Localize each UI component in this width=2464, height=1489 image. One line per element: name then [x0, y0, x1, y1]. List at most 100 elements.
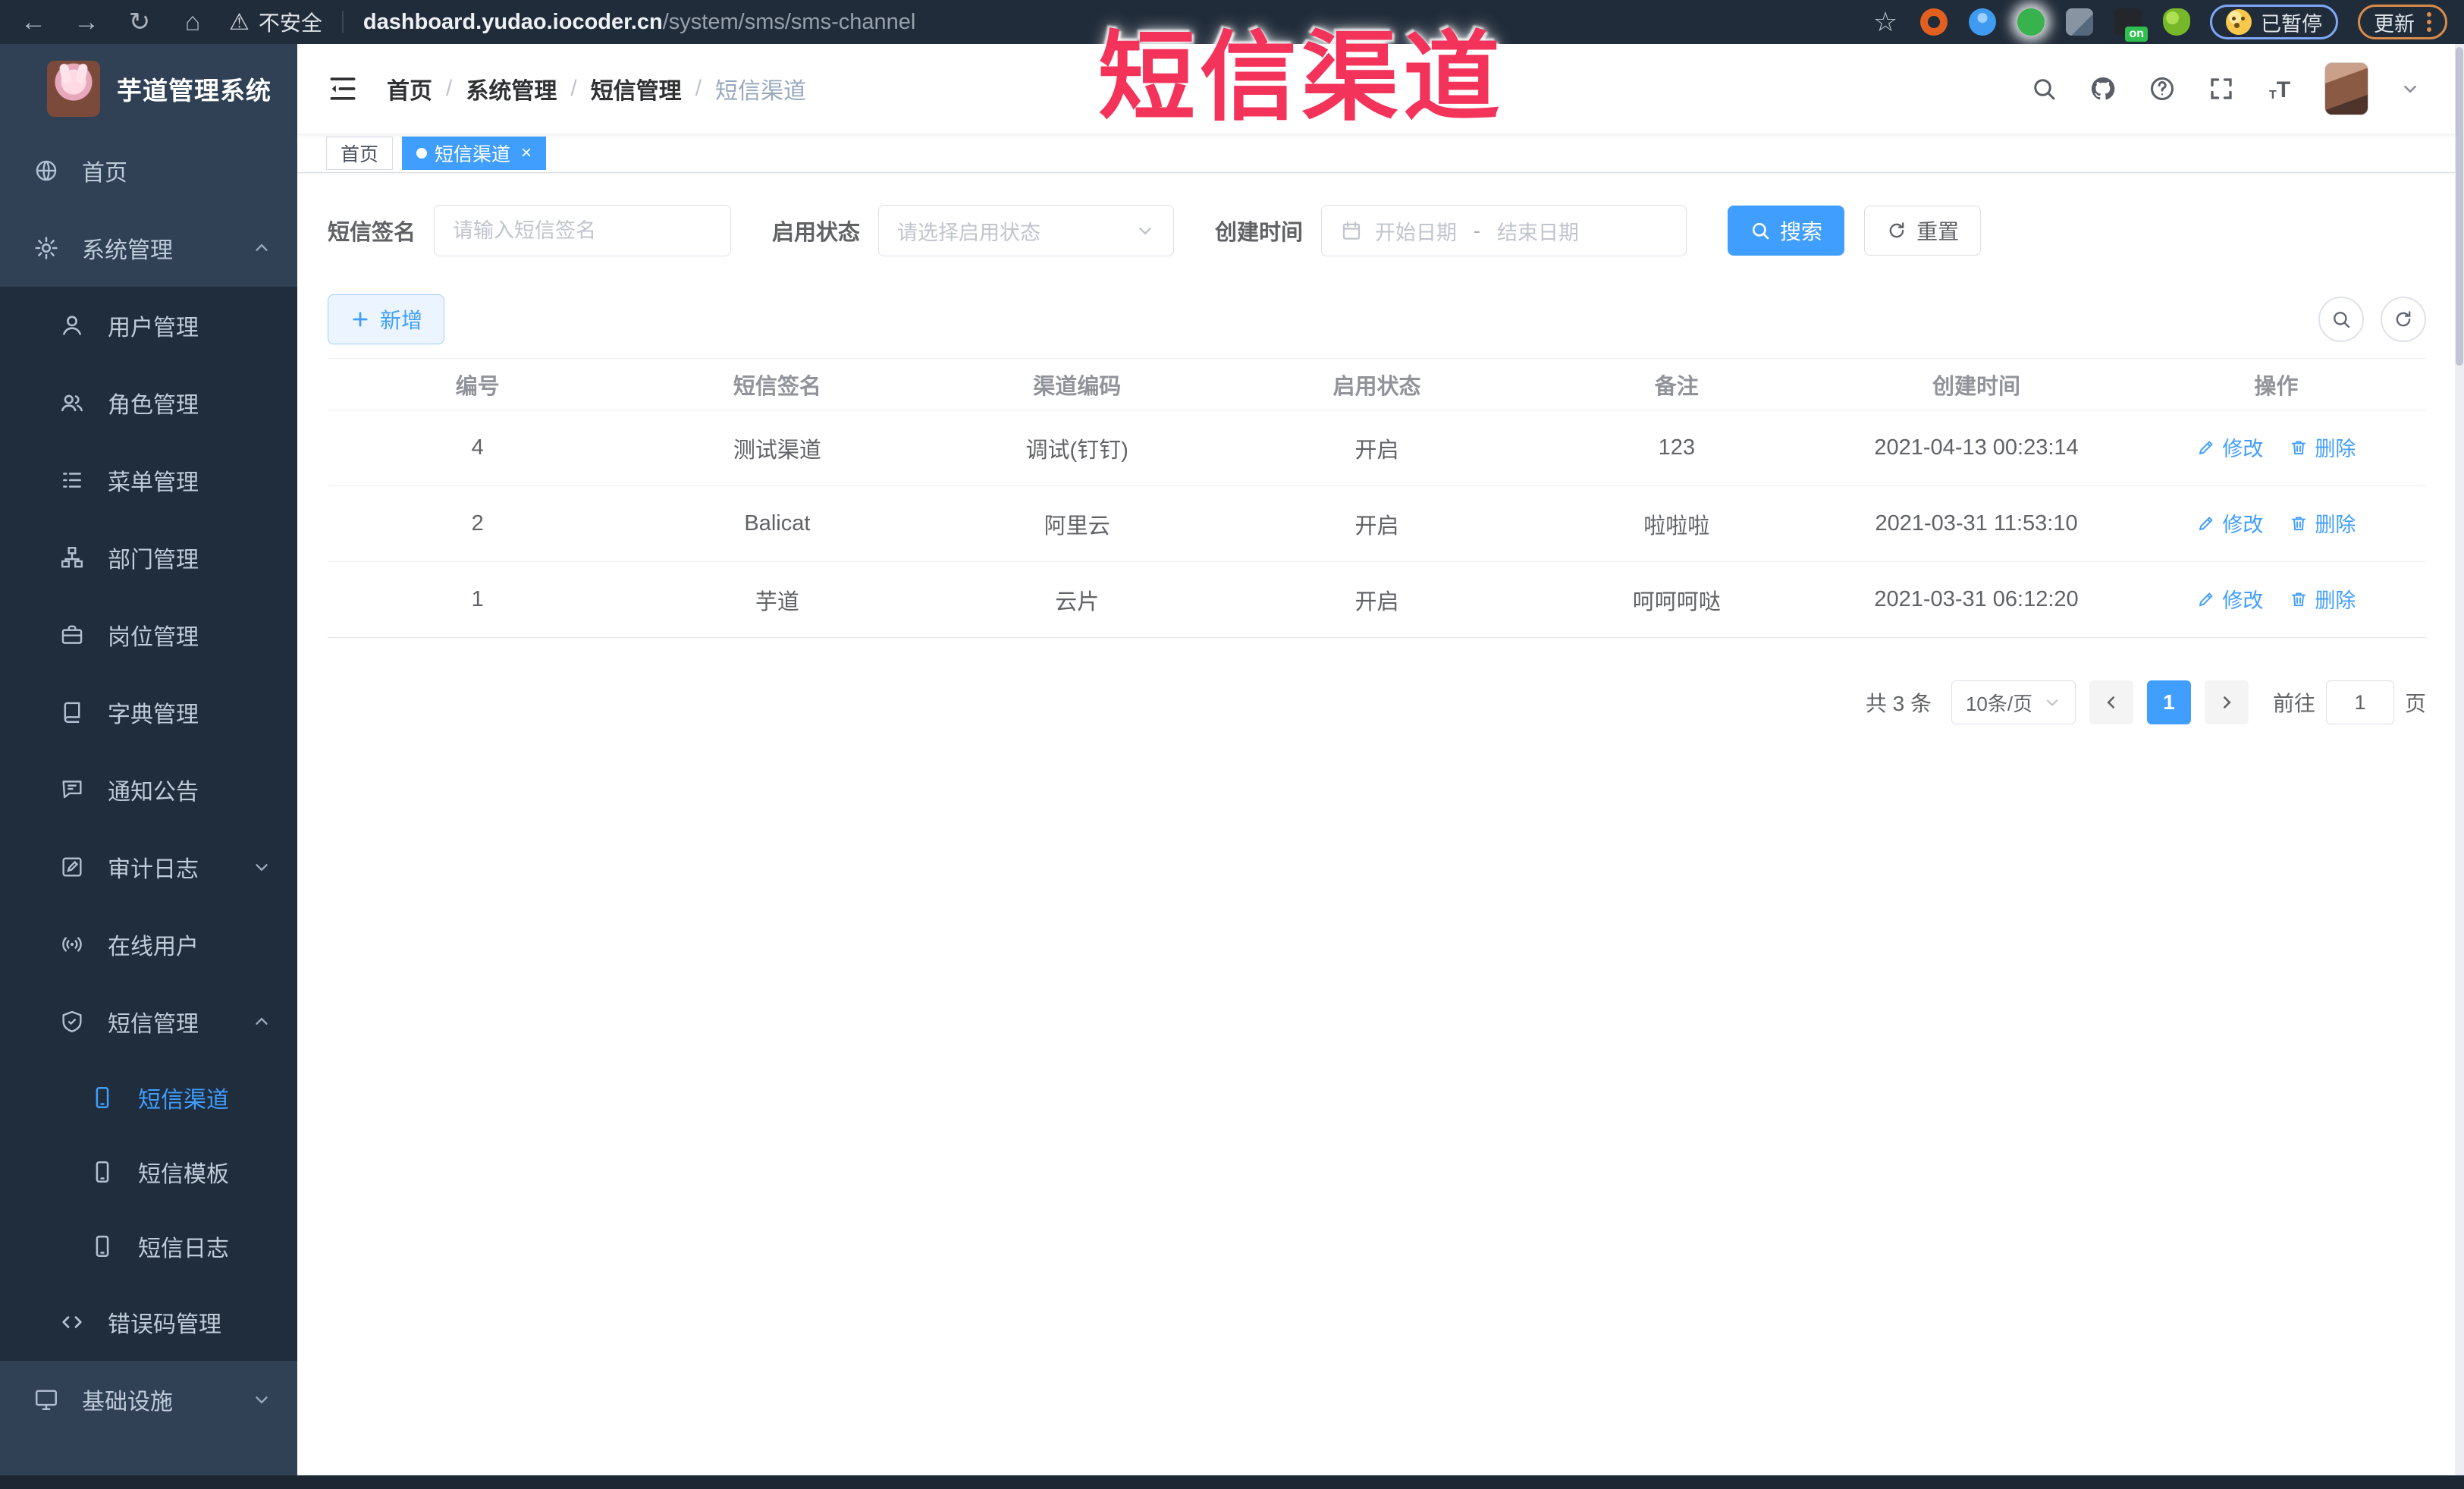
tab-短信渠道[interactable]: 短信渠道 × — [402, 136, 547, 170]
date-range-picker[interactable]: 开始日期 - 结束日期 — [1321, 205, 1687, 256]
sidebar-item-label: 用户管理 — [108, 316, 199, 341]
sidebar-item-sms-template[interactable]: 短信模板 — [0, 1135, 297, 1209]
globe-icon — [33, 158, 59, 184]
phone-icon — [89, 1233, 115, 1259]
breadcrumb-item-2[interactable]: 短信管理 — [591, 72, 682, 105]
goto-page: 前往 页 — [2273, 680, 2426, 724]
ext-icon-gray[interactable] — [2066, 8, 2093, 36]
page-size-select[interactable]: 10条/页 — [1951, 680, 2076, 724]
paused-label: 已暂停 — [2261, 12, 2322, 36]
sidebar-item-dict-mgmt[interactable]: 字典管理 — [0, 674, 297, 751]
main-area: 首页/系统管理/短信管理/短信渠道 TT 首页短信渠道× 短信签 — [297, 44, 2455, 1475]
next-page-button[interactable] — [2204, 680, 2249, 724]
book-icon — [59, 699, 85, 725]
active-tab-dot-icon — [416, 147, 428, 159]
ext-icon-orange-donut[interactable] — [1920, 8, 1948, 36]
sidebar-item-menu-mgmt[interactable]: 菜单管理 — [0, 441, 297, 519]
cell-code: 调试(钉钉) — [927, 410, 1227, 486]
cell-remark: 呵呵呵哒 — [1527, 561, 1827, 638]
sign-input[interactable] — [453, 218, 713, 243]
cell-status: 开启 — [1226, 485, 1527, 562]
sidebar-item-notice-mgmt[interactable]: 通知公告 — [0, 751, 297, 828]
refresh-table-button[interactable] — [2381, 297, 2426, 342]
chevron-down-icon — [252, 857, 272, 877]
font-size-icon[interactable]: TT — [2267, 76, 2293, 102]
sidebar-item-error-code-mgmt[interactable]: 错误码管理 — [0, 1283, 297, 1361]
delete-row-link[interactable]: 删除 — [2289, 508, 2356, 538]
breadcrumb-item-3: 短信渠道 — [715, 79, 807, 104]
time-label: 创建时间 — [1215, 221, 1304, 245]
sidebar-item-home[interactable]: 首页 — [0, 132, 297, 209]
cell-actions: 修改 删除 — [2126, 561, 2426, 638]
gear-icon — [33, 235, 59, 261]
sidebar-item-infrastructure[interactable]: 基础设施 — [0, 1361, 297, 1438]
tab-首页[interactable]: 首页 — [326, 136, 394, 170]
search-icon[interactable] — [2030, 75, 2058, 102]
sidebar-item-label: 在线用户 — [108, 935, 199, 960]
browser-forward-icon[interactable]: → — [70, 5, 103, 39]
show-search-toggle-button[interactable] — [2318, 297, 2364, 342]
cell-created: 2021-03-31 06:12:20 — [1826, 561, 2127, 638]
user-avatar[interactable] — [2324, 62, 2368, 115]
delete-row-link[interactable]: 删除 — [2289, 432, 2356, 462]
site-security[interactable]: ⚠ 不安全 — [229, 7, 322, 37]
browser-reload-icon[interactable]: ↻ — [123, 5, 156, 39]
browser-update-button[interactable]: 更新 — [2358, 5, 2447, 39]
kebab-menu-icon[interactable] — [2427, 12, 2431, 32]
sidebar-item-audit-log[interactable]: 审计日志 — [0, 828, 297, 906]
edit-icon — [2196, 438, 2216, 457]
sidebar-item-sms-log[interactable]: 短信日志 — [0, 1209, 297, 1283]
edit-row-link[interactable]: 修改 — [2196, 432, 2263, 462]
collapse-sidebar-icon[interactable] — [326, 72, 359, 105]
edit-row-link[interactable]: 修改 — [2196, 508, 2263, 538]
filter-form: 短信签名 启用状态 请选择启用状态 创建时间 — [328, 205, 2426, 256]
github-icon[interactable] — [2089, 75, 2117, 102]
tree-icon — [59, 545, 85, 570]
breadcrumb-item-0[interactable]: 首页 — [387, 72, 432, 105]
end-date-placeholder: 结束日期 — [1497, 221, 1580, 244]
goto-page-input[interactable] — [2325, 680, 2394, 724]
table-toolbar: 新增 — [328, 294, 2426, 344]
reset-button[interactable]: 重置 — [1864, 206, 1982, 256]
ext-icon-green-alien[interactable] — [2163, 8, 2190, 36]
sidebar-item-dept-mgmt[interactable]: 部门管理 — [0, 519, 297, 596]
chevron-down-icon[interactable] — [2400, 79, 2420, 99]
search-button[interactable]: 搜索 — [1728, 206, 1845, 256]
browser-back-icon[interactable]: ← — [17, 5, 50, 39]
url-path: /system/sms/sms-channel — [662, 9, 916, 34]
sidebar-item-role-mgmt[interactable]: 角色管理 — [0, 364, 297, 441]
scrollbar-thumb[interactable] — [2456, 47, 2463, 366]
close-tab-icon[interactable]: × — [521, 143, 532, 164]
add-button[interactable]: 新增 — [328, 294, 445, 344]
delete-row-link[interactable]: 删除 — [2289, 584, 2356, 614]
edit-row-link-label: 修改 — [2222, 514, 2264, 537]
ext-icon-dark-on[interactable]: on — [2114, 8, 2148, 42]
sidebar-item-user-mgmt[interactable]: 用户管理 — [0, 287, 297, 364]
help-icon[interactable] — [2149, 75, 2176, 102]
column-header-2: 渠道编码 — [927, 358, 1227, 410]
app-logo-row[interactable]: 芋道管理系统 — [0, 44, 297, 132]
breadcrumb-item-1[interactable]: 系统管理 — [466, 72, 557, 105]
sidebar-item-online-users[interactable]: 在线用户 — [0, 906, 297, 983]
app-title: 芋道管理系统 — [117, 77, 272, 105]
bookmark-star-icon[interactable]: ☆ — [1872, 8, 1899, 36]
update-label: 更新 — [2374, 12, 2415, 36]
ext-icon-green-glow[interactable] — [2017, 8, 2045, 36]
page-scrollbar[interactable] — [2455, 44, 2464, 1475]
sidebar-item-post-mgmt[interactable]: 岗位管理 — [0, 596, 297, 674]
sidebar-item-sms-channel[interactable]: 短信渠道 — [0, 1060, 297, 1135]
cell-created: 2021-04-13 00:23:14 — [1826, 410, 2127, 486]
sidebar-item-sms-mgmt[interactable]: 短信管理 — [0, 983, 297, 1060]
edit-row-link[interactable]: 修改 — [2196, 584, 2263, 614]
media-paused-chip[interactable]: 已暂停 — [2210, 5, 2338, 39]
ext-icon-blue-drop[interactable] — [1969, 8, 1996, 36]
phone-icon — [89, 1085, 115, 1110]
users-icon — [59, 390, 85, 416]
status-select[interactable]: 请选择启用状态 — [878, 205, 1175, 256]
prev-page-button[interactable] — [2089, 680, 2133, 724]
fullscreen-icon[interactable] — [2208, 75, 2235, 102]
shield-icon — [59, 1009, 85, 1035]
page-number-button[interactable]: 1 — [2146, 680, 2191, 724]
browser-home-icon[interactable]: ⌂ — [176, 5, 209, 39]
sidebar-item-system-mgmt[interactable]: 系统管理 — [0, 209, 297, 287]
